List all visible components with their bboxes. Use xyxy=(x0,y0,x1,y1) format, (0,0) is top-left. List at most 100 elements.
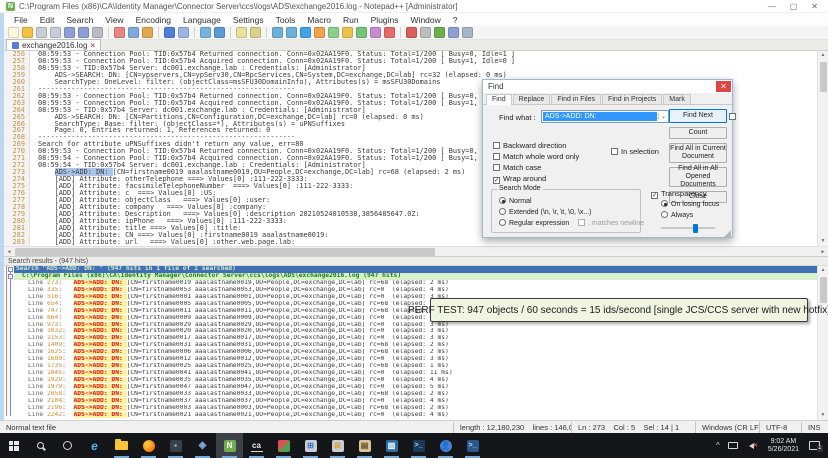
taskbar-identity-console-icon[interactable]: 👤 xyxy=(432,433,459,458)
search-results-panel[interactable]: - - Search "ADS->ADD: DN: " (947 hits in… xyxy=(4,266,828,420)
result-row[interactable]: Line 335: ADS->ADD: DN: [CN=firstname005… xyxy=(14,287,817,294)
taskbar-photos-icon[interactable] xyxy=(270,433,297,458)
result-row[interactable]: Line 2104: ADS->ADD: DN: [CN=firstname00… xyxy=(14,398,817,405)
maximize-button[interactable]: ▢ xyxy=(790,2,798,11)
menu-view[interactable]: View xyxy=(99,15,129,25)
find-dialog[interactable]: Find ✕ FindReplaceFind in FilesFind in P… xyxy=(482,79,733,238)
transparency-on-losing-focus-radio[interactable]: On losing focus xyxy=(661,200,719,208)
result-row[interactable]: Line 1689: ADS->ADD: DN: [CN=firstname00… xyxy=(14,356,817,363)
find-dialog-titlebar[interactable]: Find ✕ xyxy=(483,80,732,93)
menu-run[interactable]: Run xyxy=(337,15,365,25)
macro-run-multiple-icon[interactable] xyxy=(462,27,473,38)
taskbar-cortana-icon[interactable] xyxy=(54,433,81,458)
close-button[interactable]: ✕ xyxy=(811,2,818,11)
taskbar-setup-icon[interactable]: ⊞ xyxy=(324,433,351,458)
scroll-up-icon[interactable]: ▲ xyxy=(818,51,828,60)
replace-icon[interactable] xyxy=(214,27,225,38)
find-tab-replace[interactable]: Replace xyxy=(513,94,551,104)
result-row[interactable]: Line 2242: ADS->ADD: DN: [CN=firstname00… xyxy=(14,412,817,419)
menu-edit[interactable]: Edit xyxy=(34,15,61,25)
close-icon[interactable] xyxy=(64,27,75,38)
tab-close-icon[interactable]: × xyxy=(90,42,95,49)
menu-window[interactable]: Window xyxy=(405,15,447,25)
scroll-down-icon[interactable]: ▼ xyxy=(818,411,828,420)
search-mode-normal-radio[interactable]: Normal xyxy=(499,197,532,205)
result-row[interactable]: Line 1979: ADS->ADD: DN: [CN=firstname00… xyxy=(14,384,817,391)
save-all-icon[interactable] xyxy=(50,27,61,38)
monitoring-icon[interactable] xyxy=(384,27,395,38)
macro-stop-icon[interactable] xyxy=(420,27,431,38)
close-all-icon[interactable] xyxy=(78,27,89,38)
menu-encoding[interactable]: Encoding xyxy=(130,15,177,25)
transparency-slider[interactable] xyxy=(661,227,715,229)
transparency-slider-thumb[interactable] xyxy=(693,224,698,233)
macro-play-icon[interactable] xyxy=(434,27,445,38)
minimize-button[interactable]: — xyxy=(768,2,776,11)
taskbar-start-button-icon[interactable] xyxy=(0,433,27,458)
find-all-opened-button[interactable]: Find All in All Opened Documents xyxy=(669,167,727,187)
taskbar-internet-explorer-icon[interactable]: e xyxy=(81,433,108,458)
taskbar-firefox-icon[interactable] xyxy=(135,433,162,458)
menu-file[interactable]: File xyxy=(8,15,34,25)
taskbar-powershell-admin-icon[interactable]: >_ xyxy=(459,433,486,458)
find-tab-find-in-projects[interactable]: Find in Projects xyxy=(602,94,662,104)
macro-record-icon[interactable] xyxy=(406,27,417,38)
sync-horizontal-icon[interactable] xyxy=(286,27,297,38)
find-dialog-close-icon[interactable]: ✕ xyxy=(716,81,731,92)
search-mode-extended-radio[interactable]: Extended (\n, \r, \t, \0, \x...) xyxy=(499,208,591,216)
document-map-icon[interactable] xyxy=(356,27,367,38)
find-what-combobox[interactable]: ADS->ADD: DN: ⌄ xyxy=(541,110,669,123)
combobox-dropdown-icon[interactable]: ⌄ xyxy=(658,113,668,120)
search-mode-regex-radio[interactable]: Regular expression xyxy=(499,219,569,227)
result-row[interactable]: Line 2196: ADS->ADD: DN: [CN=firstname00… xyxy=(14,405,817,412)
results-file-header[interactable]: C:\Program Files (x86)\CA\Identity Manag… xyxy=(14,273,817,280)
paste-icon[interactable] xyxy=(142,27,153,38)
fold-collapse-icon[interactable]: - xyxy=(8,274,13,279)
result-row[interactable]: Line 1032: ADS->ADD: DN: [CN=firstname00… xyxy=(14,328,817,335)
find-icon[interactable] xyxy=(200,27,211,38)
dismiss-on-find-checkbox[interactable] xyxy=(729,113,736,120)
result-row[interactable]: Line 1929: ADS->ADD: DN: [CN=firstname00… xyxy=(14,377,817,384)
result-row[interactable]: Line 1625: ADS->ADD: DN: [CN=firstname00… xyxy=(14,349,817,356)
taskbar-clock[interactable]: 9:02 AM 5/26/2021 xyxy=(762,438,805,454)
results-search-header[interactable]: Search "ADS->ADD: DN: " (947 hits in 1 f… xyxy=(14,266,817,273)
results-vscroll-thumb[interactable] xyxy=(820,277,827,303)
taskbar-ca-identity-manager-icon[interactable]: ca xyxy=(243,433,270,458)
result-row[interactable]: Line 1845: ADS->ADD: DN: [CN=firstname00… xyxy=(14,370,817,377)
transparency-always-radio[interactable]: Always xyxy=(661,211,693,219)
volume-muted-icon[interactable]: ✕ xyxy=(742,442,762,449)
open-folder-icon[interactable] xyxy=(22,27,33,38)
taskbar-server-manager-icon[interactable]: ▥ xyxy=(378,433,405,458)
result-row[interactable]: Line 273: ADS->ADD: DN: [CN=firstname001… xyxy=(14,280,817,287)
find-what-value[interactable]: ADS->ADD: DN: xyxy=(543,112,657,121)
word-wrap-icon[interactable] xyxy=(300,27,311,38)
taskbar-jxplorer-icon[interactable]: ◈ xyxy=(189,433,216,458)
print-icon[interactable] xyxy=(92,27,103,38)
network-icon[interactable] xyxy=(724,442,742,449)
find-next-button[interactable]: Find Next xyxy=(669,109,727,123)
sync-vertical-icon[interactable] xyxy=(272,27,283,38)
result-row[interactable]: Line 1409: ADS->ADD: DN: [CN=firstname00… xyxy=(14,342,817,349)
editor-vscroll-thumb[interactable] xyxy=(820,62,827,92)
tab-exchange2016-log[interactable]: exchange2016.log × xyxy=(6,39,101,50)
menu-tools[interactable]: Tools xyxy=(270,15,302,25)
taskbar-remote-desktop-icon[interactable]: ▪ xyxy=(162,433,189,458)
function-list-icon[interactable] xyxy=(342,27,353,38)
new-file-icon[interactable] xyxy=(8,27,19,38)
wrap-around-checkbox[interactable]: ✓Wrap around xyxy=(493,174,546,184)
search-results-panel-title[interactable]: Search results - (947 hits) xyxy=(4,256,828,266)
in-selection-checkbox[interactable]: In selection xyxy=(611,147,659,156)
dialog-resize-grip[interactable] xyxy=(724,230,731,237)
taskbar-search-icon[interactable] xyxy=(27,433,54,458)
cut-icon[interactable] xyxy=(114,27,125,38)
menu-settings[interactable]: Settings xyxy=(227,15,270,25)
transparency-checkbox[interactable]: ✓Transparency xyxy=(651,189,707,199)
taskbar-powershell-icon[interactable]: >_ xyxy=(405,433,432,458)
result-row[interactable]: Line 972: ADS->ADD: DN: [CN=firstname002… xyxy=(14,322,817,329)
taskbar-documentation-icon[interactable]: ▤ xyxy=(351,433,378,458)
menu-plugins[interactable]: Plugins xyxy=(365,15,405,25)
menu-help[interactable]: ? xyxy=(447,15,464,25)
undo-icon[interactable] xyxy=(164,27,175,38)
result-row[interactable]: Line 2058: ADS->ADD: DN: [CN=firstname00… xyxy=(14,391,817,398)
menu-macro[interactable]: Macro xyxy=(301,15,337,25)
